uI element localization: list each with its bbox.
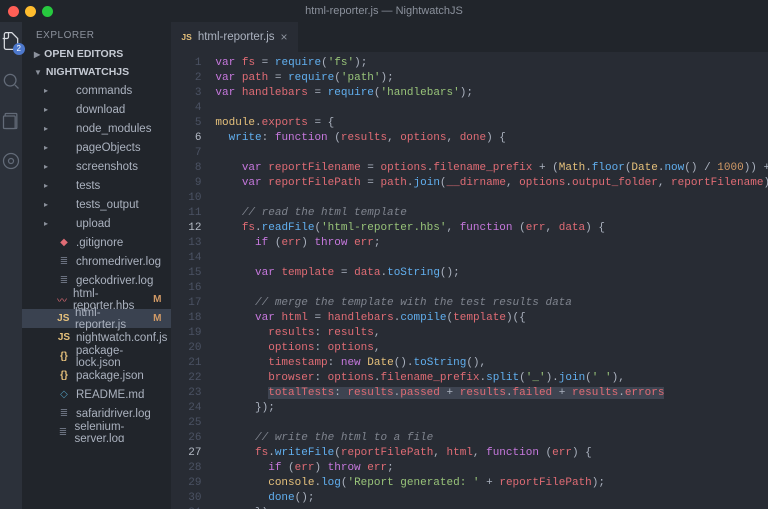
tree-item[interactable]: ▸ tests_output	[22, 195, 171, 214]
file-name: screenshots	[76, 161, 138, 173]
file-name: package-lock.json	[76, 345, 168, 369]
json-icon: {}	[57, 370, 71, 381]
log-icon: ≣	[57, 408, 71, 419]
chevron-right-icon: ▸	[44, 162, 52, 171]
zoom-window[interactable]	[42, 6, 53, 17]
tree-item[interactable]: ▸ pageObjects	[22, 138, 171, 157]
tree-item[interactable]: ▸ tests	[22, 176, 171, 195]
modified-badge: M	[153, 313, 167, 324]
scm-badge: 2	[13, 43, 25, 55]
tree-item[interactable]: JS html-reporter.js M	[22, 309, 171, 328]
main-layout: 2 EXPLORER ▶ OPEN EDITORS ▼ NIGHTWATCHJS…	[0, 22, 768, 509]
git-icon: ◆	[57, 237, 71, 248]
open-editors-label: OPEN EDITORS	[44, 48, 123, 60]
line-gutter: 1234567891011121314151617181920212223242…	[171, 52, 211, 509]
file-name: download	[76, 104, 125, 116]
file-tree: ▸ commands ▸ download ▸ node_modules ▸ pageObje…	[22, 81, 171, 442]
tree-item[interactable]: {} package.json	[22, 366, 171, 385]
window-title: html-reporter.js — NightwatchJS	[305, 5, 463, 17]
file-name: .gitignore	[76, 237, 123, 249]
sidebar-title: EXPLORER	[22, 22, 171, 45]
file-name: package.json	[76, 370, 144, 382]
project-section[interactable]: ▼ NIGHTWATCHJS	[22, 63, 171, 81]
chevron-right-icon: ▸	[44, 86, 52, 95]
log-icon: ≣	[57, 275, 71, 286]
editor-area: JS html-reporter.js × 123456789101112131…	[171, 22, 768, 509]
file-name: tests_output	[76, 199, 139, 211]
chevron-right-icon: ▸	[44, 105, 52, 114]
file-name: nightwatch.conf.js	[76, 332, 167, 344]
search-icon[interactable]	[0, 70, 22, 92]
md-icon: ◇	[57, 389, 71, 400]
debug-icon[interactable]	[0, 150, 22, 172]
explorer-icon[interactable]: 2	[0, 30, 22, 52]
tree-item[interactable]: ◆ .gitignore	[22, 233, 171, 252]
chevron-right-icon: ▸	[44, 143, 52, 152]
chevron-right-icon: ▸	[44, 181, 52, 190]
tree-item[interactable]: {} package-lock.json	[22, 347, 171, 366]
chevron-right-icon: ▸	[44, 124, 52, 133]
hbs-icon: 〰	[56, 292, 68, 307]
file-name: geckodriver.log	[76, 275, 153, 287]
tree-item[interactable]: ▸ screenshots	[22, 157, 171, 176]
file-name: safaridriver.log	[76, 408, 151, 420]
tree-item[interactable]: ▸ upload	[22, 214, 171, 233]
json-icon: {}	[57, 351, 71, 362]
titlebar: html-reporter.js — NightwatchJS	[0, 0, 768, 22]
window-controls	[8, 6, 53, 17]
file-name: node_modules	[76, 123, 151, 135]
file-name: upload	[76, 218, 111, 230]
close-window[interactable]	[8, 6, 19, 17]
file-name: chromedriver.log	[76, 256, 161, 268]
js-icon: JS	[181, 32, 191, 42]
tree-item[interactable]: ▸ download	[22, 100, 171, 119]
editor-tabs: JS html-reporter.js ×	[171, 22, 768, 52]
tab-label: html-reporter.js	[198, 31, 275, 43]
tree-item[interactable]: ◇ README.md	[22, 385, 171, 404]
chevron-right-icon: ▶	[34, 50, 40, 59]
tab-html-reporter[interactable]: JS html-reporter.js ×	[171, 22, 297, 52]
close-icon[interactable]: ×	[281, 30, 288, 44]
file-name: pageObjects	[76, 142, 141, 154]
chevron-right-icon: ▸	[44, 219, 52, 228]
log-icon: ≣	[57, 256, 71, 267]
modified-badge: M	[153, 294, 167, 305]
file-name: tests	[76, 180, 100, 192]
tree-item[interactable]: ▸ node_modules	[22, 119, 171, 138]
open-editors-section[interactable]: ▶ OPEN EDITORS	[22, 45, 171, 63]
project-label: NIGHTWATCHJS	[46, 66, 129, 78]
js-icon: JS	[57, 332, 71, 343]
file-name: selenium-server.log	[75, 421, 168, 443]
tree-item[interactable]: ▸ commands	[22, 81, 171, 100]
file-name: commands	[76, 85, 132, 97]
log-icon: ≣	[56, 427, 69, 438]
sidebar: EXPLORER ▶ OPEN EDITORS ▼ NIGHTWATCHJS ▸…	[22, 22, 171, 509]
code-body[interactable]: var fs = require('fs');var path = requir…	[211, 52, 768, 509]
chevron-down-icon: ▼	[34, 68, 42, 77]
file-name: README.md	[76, 389, 144, 401]
scm-icon[interactable]	[0, 110, 22, 132]
code-editor[interactable]: 1234567891011121314151617181920212223242…	[171, 52, 768, 509]
activity-bar: 2	[0, 22, 22, 509]
file-name: html-reporter.js	[75, 307, 148, 331]
chevron-right-icon: ▸	[44, 200, 52, 209]
js-icon: JS	[57, 313, 70, 324]
tree-item[interactable]: ≣ chromedriver.log	[22, 252, 171, 271]
tree-item[interactable]: ≣ selenium-server.log	[22, 423, 171, 442]
minimize-window[interactable]	[25, 6, 36, 17]
